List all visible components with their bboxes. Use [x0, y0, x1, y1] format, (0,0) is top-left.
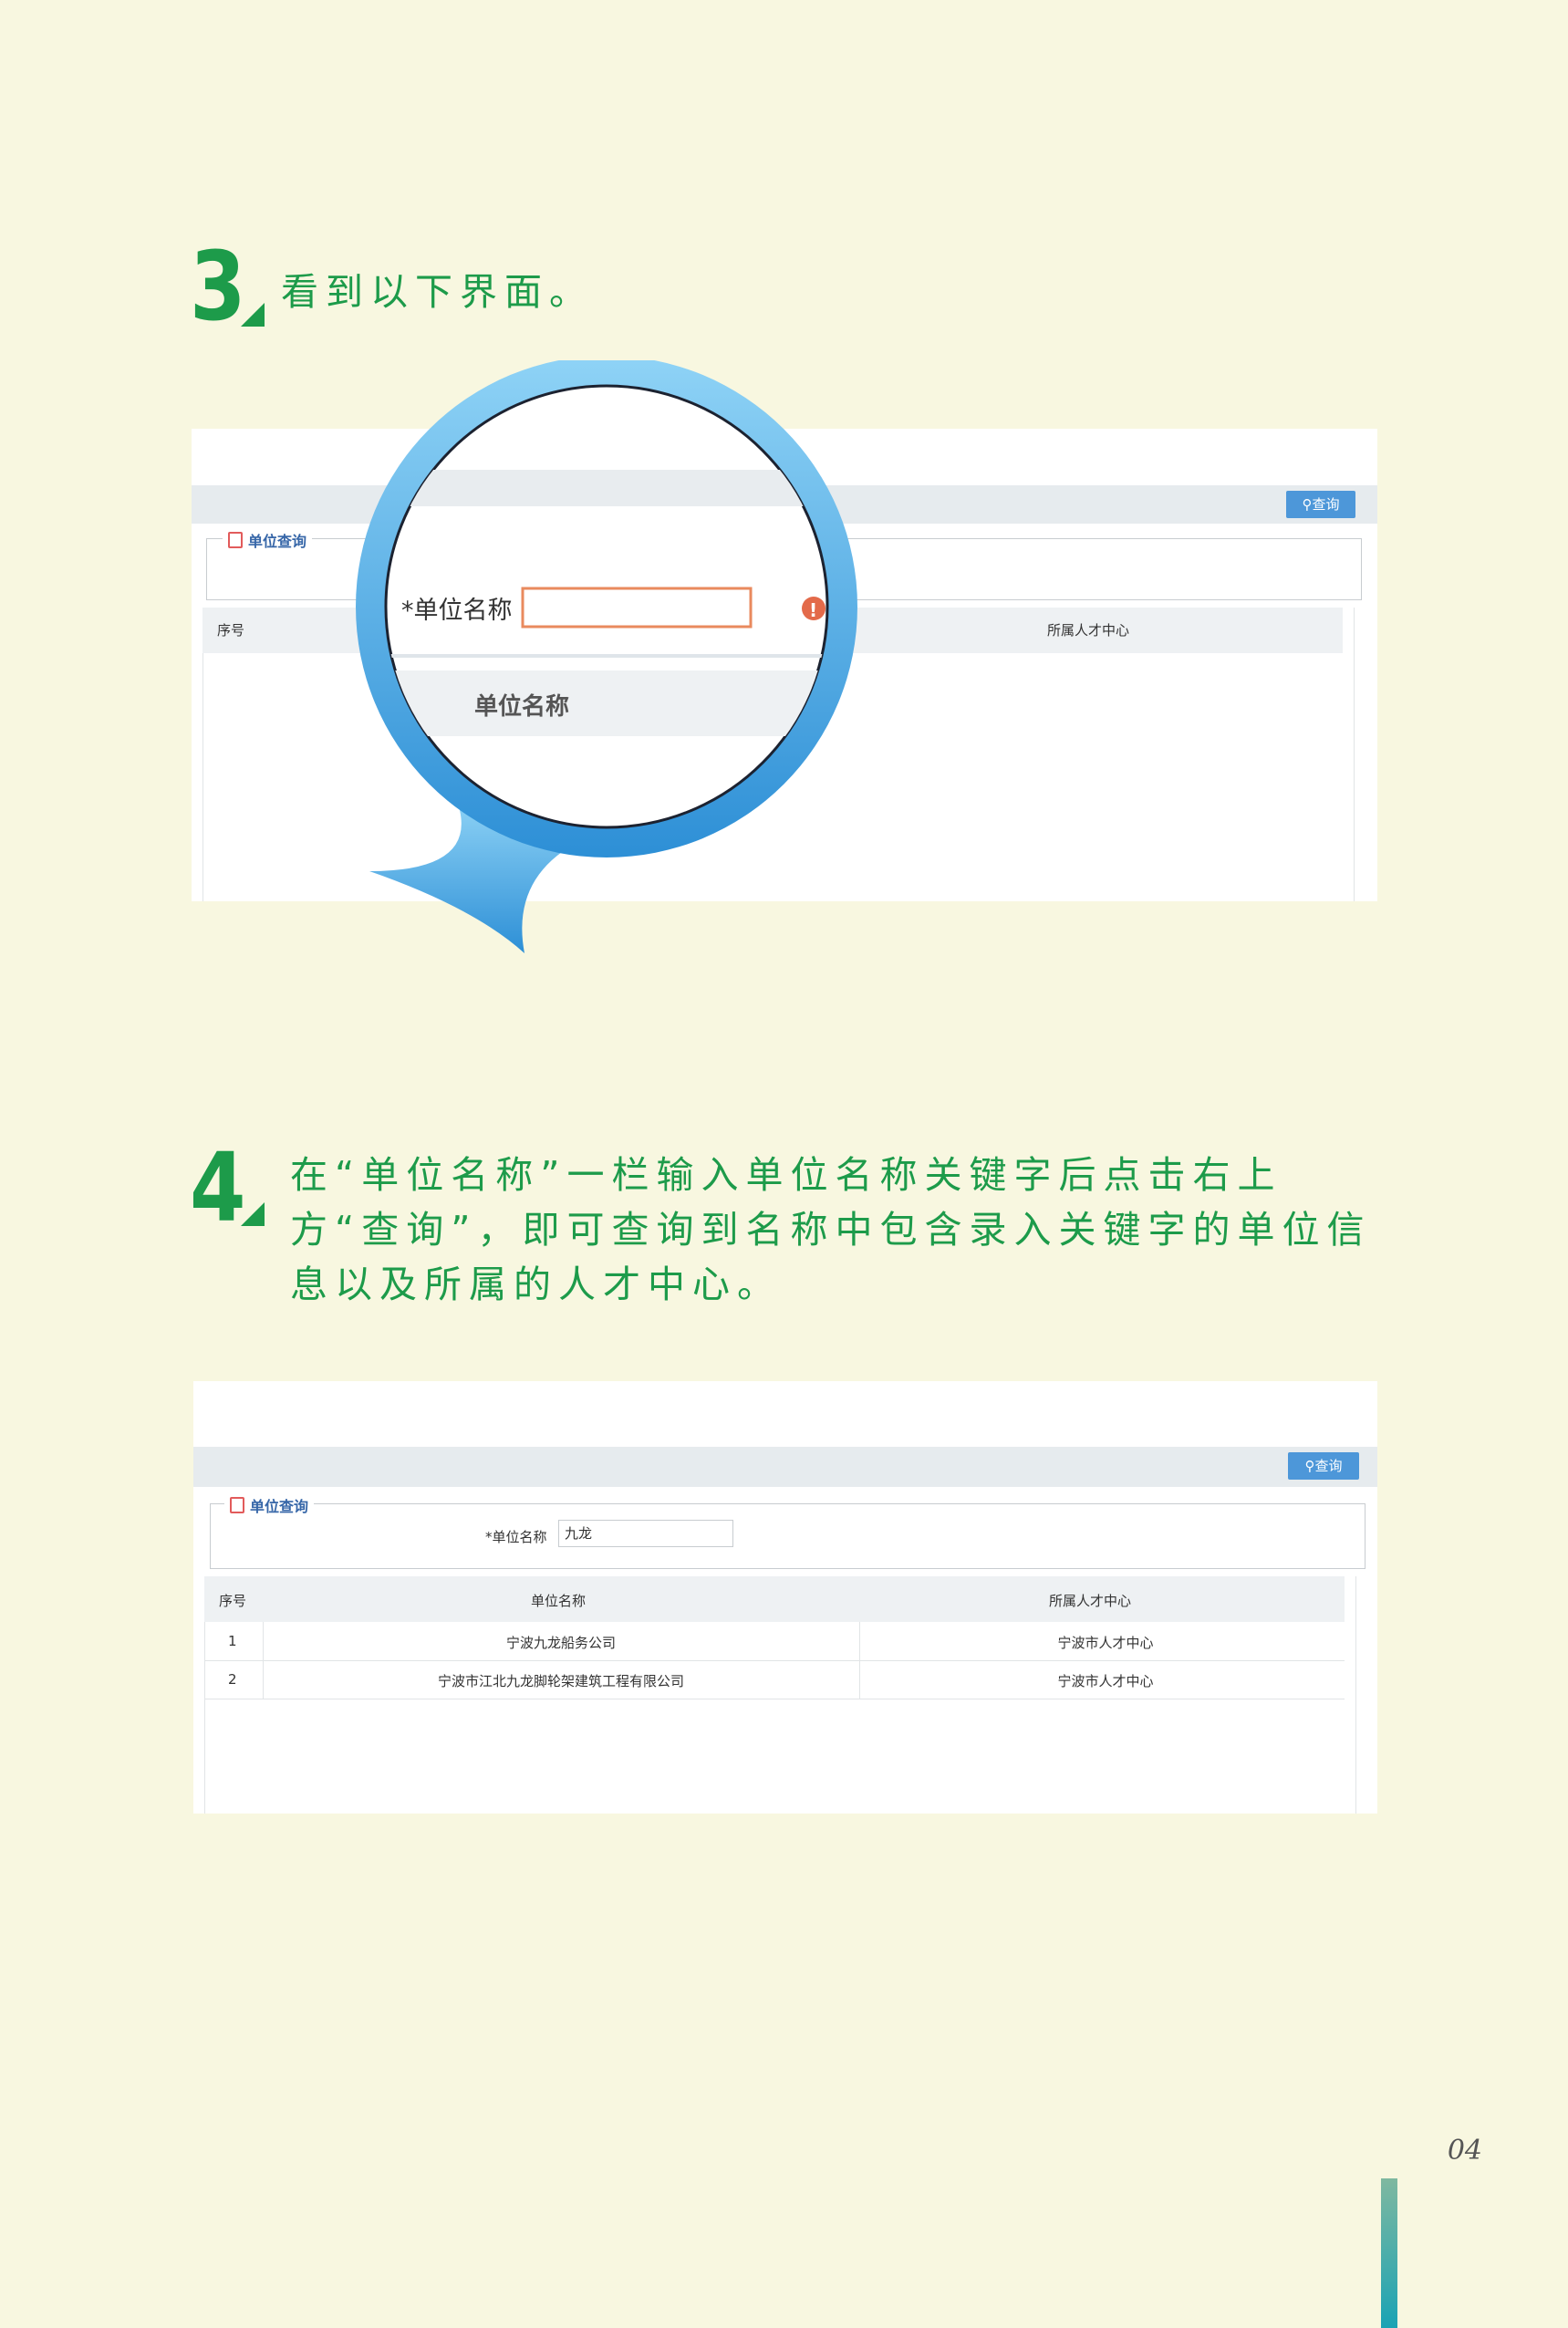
query-fieldset: [210, 1503, 1366, 1569]
step-4-number: 4: [190, 1132, 246, 1243]
search-icon: ⚲: [1302, 496, 1313, 513]
grid-right-border: [1355, 1576, 1356, 1814]
unit-name-label: *单位名称: [485, 1529, 547, 1545]
grid-left-border: [204, 1622, 205, 1814]
magnifier-error-glyph: !: [809, 599, 817, 621]
row-unit-name: 宁波九龙船务公司: [505, 1635, 616, 1651]
step-4-marker: [241, 1202, 265, 1226]
row-index: 2: [228, 1671, 237, 1688]
grid-header: [204, 1576, 1345, 1622]
col-header-center: 所属人才中心: [1049, 1593, 1132, 1609]
col-header-name: 单位名称: [531, 1593, 587, 1609]
row-talent-center: 宁波市人才中心: [1057, 1673, 1154, 1689]
toolbar: [193, 1447, 1377, 1487]
fieldset-legend: 单位查询: [224, 1494, 315, 1516]
col-header-index: 序号: [217, 622, 245, 639]
step-3-number: 3: [190, 231, 246, 342]
unit-name-input[interactable]: 九龙: [558, 1520, 733, 1547]
page-number: 04: [1447, 2135, 1482, 2167]
magnifier-field-label: *单位名称: [401, 597, 513, 625]
screenshot-2: ⚲查询 单位查询 *单位名称 九龙 序号 单位名称 所属人才中心 1 宁波九龙船…: [193, 1381, 1377, 1814]
step-3-marker: [241, 303, 265, 327]
fieldset-legend: 单位查询: [223, 529, 313, 551]
row-talent-center: 宁波市人才中心: [1057, 1635, 1154, 1651]
col-header-center: 所属人才中心: [1047, 622, 1130, 639]
page-edge-bar: [1381, 2178, 1397, 2328]
row-index: 1: [228, 1633, 237, 1649]
magnifier-callout: *单位名称 ! 单位名称: [356, 360, 857, 953]
step-3-text: 看到以下界面。: [281, 270, 594, 314]
search-icon: ⚲: [1304, 1458, 1315, 1474]
query-button[interactable]: ⚲查询: [1286, 491, 1355, 518]
edit-icon: [230, 1497, 244, 1513]
edit-icon: [228, 532, 243, 548]
query-button[interactable]: ⚲查询: [1288, 1452, 1359, 1480]
grid-left-border: [202, 653, 203, 901]
row-divider: [204, 1660, 1345, 1661]
grid-right-border: [1354, 608, 1355, 901]
magnifier-column-header: 单位名称: [474, 692, 569, 721]
row-unit-name: 宁波市江北九龙脚轮架建筑工程有限公司: [437, 1673, 684, 1689]
step-4-text: 在“单位名称”一栏输入单位名称关键字后点击右上方“查询”，即可查询到名称中包含录…: [290, 1153, 1372, 1306]
col-header-index: 序号: [219, 1593, 247, 1609]
